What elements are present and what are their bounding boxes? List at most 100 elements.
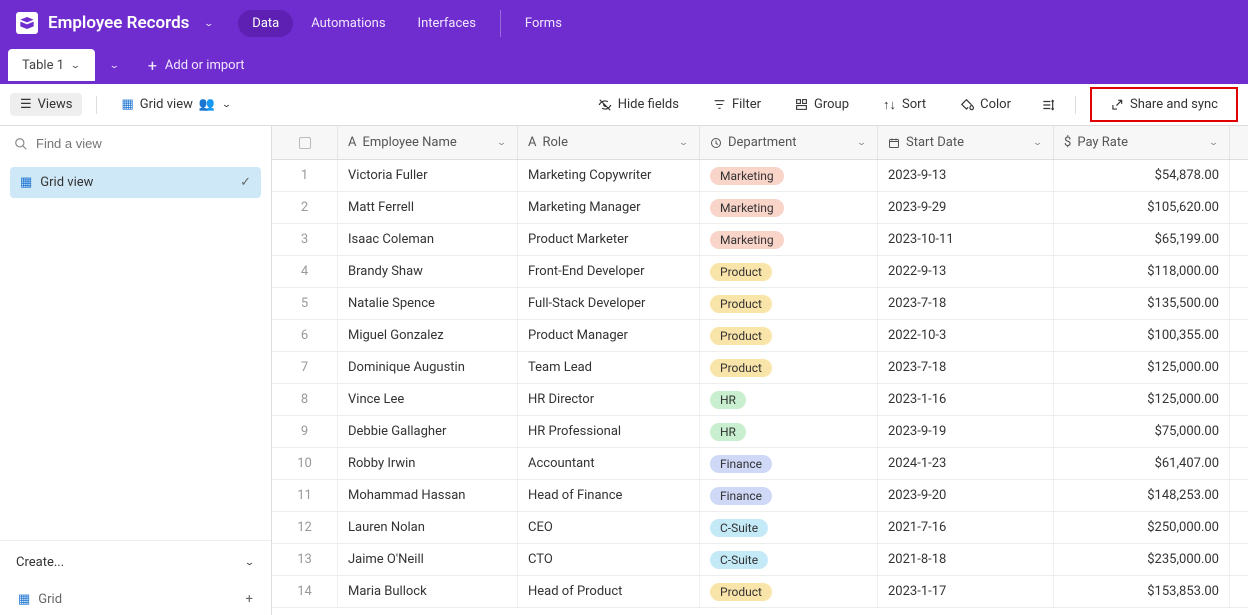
cell-name[interactable]: Isaac Coleman (338, 224, 518, 255)
row-number[interactable]: 12 (272, 512, 338, 543)
cell-department[interactable]: C-Suite (700, 512, 878, 543)
cell-name[interactable]: Brandy Shaw (338, 256, 518, 287)
color-button[interactable]: Color (950, 93, 1021, 116)
cell-date[interactable]: 2022-9-13 (878, 256, 1054, 287)
cell-pay[interactable]: $100,355.00 (1054, 320, 1230, 351)
table-row[interactable]: 14Maria BullockHead of ProductProduct202… (272, 576, 1248, 608)
row-number[interactable]: 3 (272, 224, 338, 255)
cell-department[interactable]: HR (700, 416, 878, 447)
table-row[interactable]: 5Natalie SpenceFull-Stack DeveloperProdu… (272, 288, 1248, 320)
cell-name[interactable]: Miguel Gonzalez (338, 320, 518, 351)
table-row[interactable]: 10Robby IrwinAccountantFinance2024-1-23$… (272, 448, 1248, 480)
cell-role[interactable]: HR Director (518, 384, 700, 415)
cell-department[interactable]: Product (700, 576, 878, 607)
cell-date[interactable]: 2023-7-18 (878, 288, 1054, 319)
cell-pay[interactable]: $135,500.00 (1054, 288, 1230, 319)
cell-pay[interactable]: $75,000.00 (1054, 416, 1230, 447)
column-header-pay[interactable]: $ Pay Rate ⌄ (1054, 126, 1230, 159)
cell-date[interactable]: 2024-1-23 (878, 448, 1054, 479)
cell-pay[interactable]: $54,878.00 (1054, 160, 1230, 191)
cell-role[interactable]: Accountant (518, 448, 700, 479)
cell-date[interactable]: 2021-7-16 (878, 512, 1054, 543)
row-number[interactable]: 2 (272, 192, 338, 223)
cell-department[interactable]: Marketing (700, 224, 878, 255)
table-row[interactable]: 9Debbie GallagherHR ProfessionalHR2023-9… (272, 416, 1248, 448)
cell-pay[interactable]: $125,000.00 (1054, 384, 1230, 415)
create-grid-view[interactable]: ▦ Grid + (0, 584, 271, 615)
cell-department[interactable]: Product (700, 288, 878, 319)
cell-date[interactable]: 2023-1-17 (878, 576, 1054, 607)
cell-role[interactable]: Team Lead (518, 352, 700, 383)
cell-pay[interactable]: $153,853.00 (1054, 576, 1230, 607)
nav-interfaces[interactable]: Interfaces (404, 10, 490, 37)
cell-pay[interactable]: $118,000.00 (1054, 256, 1230, 287)
cell-name[interactable]: Lauren Nolan (338, 512, 518, 543)
cell-name[interactable]: Jaime O'Neill (338, 544, 518, 575)
cell-date[interactable]: 2023-9-19 (878, 416, 1054, 447)
cell-name[interactable]: Matt Ferrell (338, 192, 518, 223)
column-header-department[interactable]: Department ⌄ (700, 126, 878, 159)
cell-date[interactable]: 2023-9-20 (878, 480, 1054, 511)
cell-name[interactable]: Robby Irwin (338, 448, 518, 479)
table-row[interactable]: 8Vince LeeHR DirectorHR2023-1-16$125,000… (272, 384, 1248, 416)
filter-button[interactable]: Filter (703, 93, 771, 116)
share-and-sync-button[interactable]: Share and sync (1090, 87, 1238, 122)
column-header-date[interactable]: Start Date ⌄ (878, 126, 1054, 159)
row-height-button[interactable] (1035, 94, 1061, 116)
cell-date[interactable]: 2023-7-18 (878, 352, 1054, 383)
cell-department[interactable]: Product (700, 320, 878, 351)
table-row[interactable]: 3Isaac ColemanProduct MarketerMarketing2… (272, 224, 1248, 256)
cell-department[interactable]: Product (700, 256, 878, 287)
sort-button[interactable]: ↑↓ Sort (873, 93, 936, 117)
cell-role[interactable]: HR Professional (518, 416, 700, 447)
row-number[interactable]: 9 (272, 416, 338, 447)
cell-role[interactable]: Product Marketer (518, 224, 700, 255)
create-toggle[interactable]: Create... ⌄ (0, 541, 271, 584)
cell-name[interactable]: Dominique Augustin (338, 352, 518, 383)
nav-automations[interactable]: Automations (297, 10, 399, 37)
cell-role[interactable]: Product Manager (518, 320, 700, 351)
cell-pay[interactable]: $148,253.00 (1054, 480, 1230, 511)
row-number[interactable]: 4 (272, 256, 338, 287)
cell-role[interactable]: CEO (518, 512, 700, 543)
row-number[interactable]: 5 (272, 288, 338, 319)
cell-role[interactable]: CTO (518, 544, 700, 575)
cell-date[interactable]: 2023-1-16 (878, 384, 1054, 415)
cell-department[interactable]: C-Suite (700, 544, 878, 575)
row-number[interactable]: 11 (272, 480, 338, 511)
cell-date[interactable]: 2023-9-13 (878, 160, 1054, 191)
cell-date[interactable]: 2023-10-11 (878, 224, 1054, 255)
cell-date[interactable]: 2021-8-18 (878, 544, 1054, 575)
table-row[interactable]: 7Dominique AugustinTeam LeadProduct2023-… (272, 352, 1248, 384)
row-number[interactable]: 6 (272, 320, 338, 351)
cell-name[interactable]: Natalie Spence (338, 288, 518, 319)
column-header-name[interactable]: A Employee Name ⌄ (338, 126, 518, 159)
cell-pay[interactable]: $250,000.00 (1054, 512, 1230, 543)
table-row[interactable]: 6Miguel GonzalezProduct ManagerProduct20… (272, 320, 1248, 352)
cell-pay[interactable]: $65,199.00 (1054, 224, 1230, 255)
cell-date[interactable]: 2022-10-3 (878, 320, 1054, 351)
find-view-input[interactable] (36, 136, 257, 151)
table-tab-active[interactable]: Table 1 ⌄ (8, 49, 95, 81)
cell-pay[interactable]: $61,407.00 (1054, 448, 1230, 479)
cell-name[interactable]: Mohammad Hassan (338, 480, 518, 511)
cell-name[interactable]: Victoria Fuller (338, 160, 518, 191)
cell-department[interactable]: Product (700, 352, 878, 383)
row-number[interactable]: 8 (272, 384, 338, 415)
row-number[interactable]: 14 (272, 576, 338, 607)
cell-pay[interactable]: $125,000.00 (1054, 352, 1230, 383)
cell-pay[interactable]: $235,000.00 (1054, 544, 1230, 575)
cell-department[interactable]: Marketing (700, 160, 878, 191)
row-number[interactable]: 1 (272, 160, 338, 191)
cell-name[interactable]: Maria Bullock (338, 576, 518, 607)
table-row[interactable]: 1Victoria FullerMarketing CopywriterMark… (272, 160, 1248, 192)
table-row[interactable]: 13Jaime O'NeillCTOC-Suite2021-8-18$235,0… (272, 544, 1248, 576)
row-number[interactable]: 7 (272, 352, 338, 383)
nav-data[interactable]: Data (238, 10, 293, 37)
column-header-role[interactable]: A Role ⌄ (518, 126, 700, 159)
cell-name[interactable]: Vince Lee (338, 384, 518, 415)
cell-role[interactable]: Head of Finance (518, 480, 700, 511)
add-or-import-button[interactable]: + Add or import (134, 49, 259, 81)
table-row[interactable]: 11Mohammad HassanHead of FinanceFinance2… (272, 480, 1248, 512)
cell-department[interactable]: Finance (700, 448, 878, 479)
